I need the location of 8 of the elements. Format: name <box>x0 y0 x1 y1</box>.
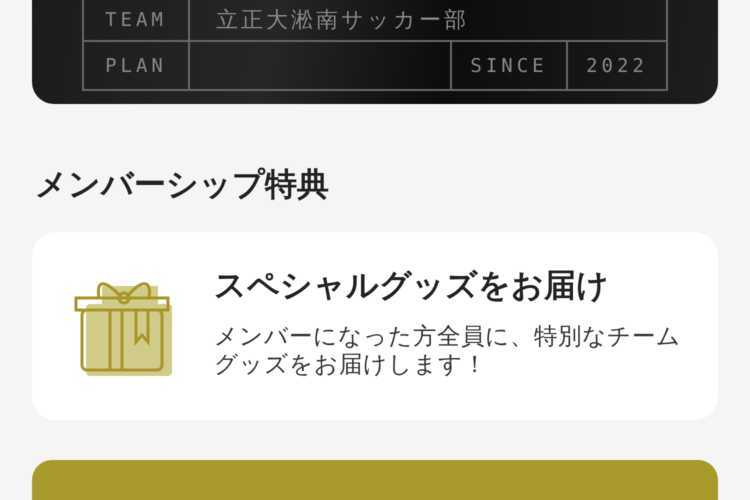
since-label: SINCE <box>470 54 548 76</box>
team-label: TEAM <box>105 9 167 31</box>
benefit-title: スペシャルグッズをお届け <box>214 265 610 306</box>
section-heading: メンバーシップ特典 <box>35 164 330 204</box>
benefit-description: メンバーになった方全員に、特別なチームグッズをお届けします！ <box>214 322 682 378</box>
plan-label: PLAN <box>105 54 167 76</box>
team-name: 立正大淞南サッカー部 <box>216 7 469 35</box>
since-year: 2022 <box>586 54 648 76</box>
